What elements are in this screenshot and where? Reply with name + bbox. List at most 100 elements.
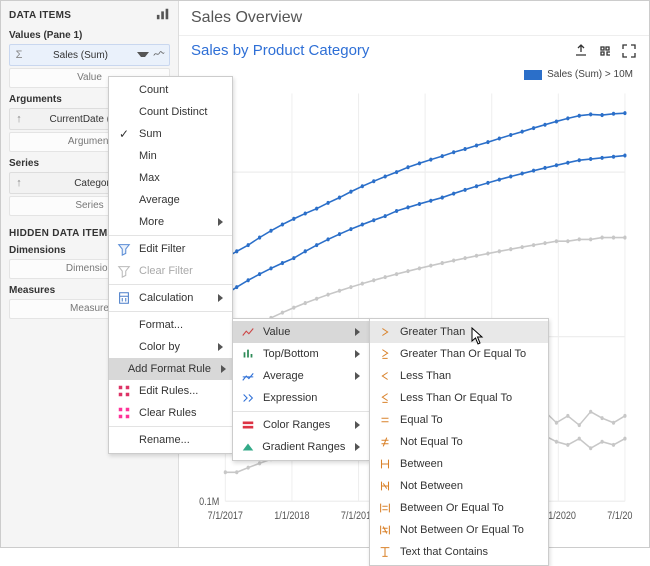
chart-title: Sales by Product Category bbox=[191, 42, 573, 59]
grid-off-icon bbox=[115, 405, 133, 421]
agg-menu-item-color-by[interactable]: Color by bbox=[109, 336, 232, 358]
lt-icon bbox=[376, 368, 394, 384]
agg-menu-item-add-format-rule[interactable]: Add Format Rule bbox=[109, 358, 232, 380]
menu-item-label: Between Or Equal To bbox=[400, 502, 542, 514]
export-icon[interactable] bbox=[573, 43, 589, 59]
chevron-right-icon bbox=[355, 443, 363, 451]
agg-menu-item-calculation[interactable]: Calculation bbox=[109, 287, 232, 309]
cond-menu-item-equal-to[interactable]: Equal To bbox=[370, 409, 548, 431]
menu-item-label: Not Between Or Equal To bbox=[400, 524, 542, 536]
hidden-data-header: HIDDEN DATA ITEMS bbox=[9, 228, 114, 239]
cond-menu-item-between-or-equal-to[interactable]: Between Or Equal To bbox=[370, 497, 548, 519]
svg-text:7/1/2020: 7/1/2020 bbox=[607, 510, 633, 522]
rule-menu-item-color-ranges[interactable]: Color Ranges bbox=[233, 414, 369, 436]
rule-menu-item-average[interactable]: Average bbox=[233, 365, 369, 387]
gt-icon bbox=[376, 324, 394, 340]
binding-options-icon[interactable] bbox=[156, 7, 170, 24]
menu-item-label: Equal To bbox=[400, 414, 542, 426]
agg-menu-item-format-[interactable]: Format... bbox=[109, 314, 232, 336]
chevron-right-icon bbox=[218, 218, 226, 226]
menu-item-label: Count bbox=[139, 84, 226, 96]
page-title: Sales Overview bbox=[179, 1, 649, 36]
aggregate-context-menu[interactable]: Count Count Distinct ✓ Sum Min Max Average More… bbox=[108, 76, 233, 454]
rule-menu-item-value[interactable]: Value bbox=[233, 321, 369, 343]
agg-menu-item-max[interactable]: Max bbox=[109, 167, 232, 189]
avg-icon bbox=[239, 368, 257, 384]
cond-menu-item-text-that-contains[interactable]: Text that Contains bbox=[370, 541, 548, 563]
maximize-icon[interactable] bbox=[621, 43, 637, 59]
menu-item-label: Average bbox=[263, 370, 345, 382]
agg-menu-item-average[interactable]: Average bbox=[109, 189, 232, 211]
menu-item-label: Average bbox=[139, 194, 226, 206]
neq-icon bbox=[376, 434, 394, 450]
cond-menu-item-less-than-or-equal-to[interactable]: Less Than Or Equal To bbox=[370, 387, 548, 409]
chevron-right-icon bbox=[218, 343, 226, 351]
agg-menu-item-edit-filter[interactable]: Edit Filter bbox=[109, 238, 232, 260]
chevron-right-icon bbox=[221, 365, 226, 373]
agg-menu-item-edit-rules-[interactable]: Edit Rules... bbox=[109, 380, 232, 402]
agg-menu-item-count-distinct[interactable]: Count Distinct bbox=[109, 101, 232, 123]
sort-asc-icon: ↑ bbox=[14, 113, 24, 125]
menu-item-label: Value bbox=[263, 326, 345, 338]
chevron-right-icon bbox=[355, 421, 363, 429]
agg-menu-item-min[interactable]: Min bbox=[109, 145, 232, 167]
nbtw-icon bbox=[376, 478, 394, 494]
menu-item-label: Between bbox=[400, 458, 542, 470]
cond-menu-item-not-between[interactable]: Not Between bbox=[370, 475, 548, 497]
values-section-label: Values (Pane 1) bbox=[9, 30, 170, 41]
menu-item-label: Top/Bottom bbox=[263, 348, 345, 360]
menu-item-label: Max bbox=[139, 172, 226, 184]
ranges-icon bbox=[239, 417, 257, 433]
cond-menu-item-greater-than[interactable]: Greater Than bbox=[370, 321, 548, 343]
value-icon bbox=[239, 324, 257, 340]
chevron-right-icon bbox=[355, 328, 363, 336]
check-icon: ✓ bbox=[115, 127, 133, 141]
grid-icon bbox=[115, 383, 133, 399]
cond-menu-item-between[interactable]: Between bbox=[370, 453, 548, 475]
sort-asc-icon: ↑ bbox=[14, 177, 24, 189]
cond-menu-item-less-than[interactable]: Less Than bbox=[370, 365, 548, 387]
menu-item-label: Less Than bbox=[400, 370, 542, 382]
menu-item-label: Count Distinct bbox=[139, 106, 226, 118]
menu-item-label: Sum bbox=[139, 128, 226, 140]
agg-menu-item-sum[interactable]: ✓ Sum bbox=[109, 123, 232, 145]
gradient-icon bbox=[239, 439, 256, 455]
menu-item-label: Edit Rules... bbox=[139, 385, 226, 397]
chevron-down-icon[interactable] bbox=[137, 49, 149, 61]
svg-text:1/1/2018: 1/1/2018 bbox=[274, 510, 310, 522]
menu-item-label: Edit Filter bbox=[139, 243, 226, 255]
filter-icon[interactable] bbox=[597, 43, 613, 59]
chevron-right-icon bbox=[218, 294, 226, 302]
format-rule-submenu[interactable]: Value Top/Bottom Average Expression Color Ra… bbox=[232, 318, 370, 461]
lte-icon bbox=[376, 390, 394, 406]
data-items-header: DATA ITEMS bbox=[9, 10, 71, 21]
value-condition-submenu[interactable]: Greater Than Greater Than Or Equal To Less… bbox=[369, 318, 549, 566]
filter-off-icon bbox=[115, 263, 133, 279]
cond-menu-item-greater-than-or-equal-to[interactable]: Greater Than Or Equal To bbox=[370, 343, 548, 365]
legend-swatch bbox=[524, 70, 542, 80]
menu-item-label: Color Ranges bbox=[263, 419, 345, 431]
cursor-icon bbox=[471, 327, 485, 345]
rule-menu-item-top-bottom[interactable]: Top/Bottom bbox=[233, 343, 369, 365]
agg-menu-item-clear-filter: Clear Filter bbox=[109, 260, 232, 282]
menu-item-label: Format... bbox=[139, 319, 226, 331]
agg-menu-item-rename-[interactable]: Rename... bbox=[109, 429, 232, 451]
agg-menu-item-count[interactable]: Count bbox=[109, 79, 232, 101]
cond-menu-item-not-between-or-equal-to[interactable]: Not Between Or Equal To bbox=[370, 519, 548, 541]
cond-menu-item-not-equal-to[interactable]: Not Equal To bbox=[370, 431, 548, 453]
agg-menu-item-more[interactable]: More bbox=[109, 211, 232, 233]
menu-item-label: Greater Than Or Equal To bbox=[400, 348, 542, 360]
rule-menu-item-expression[interactable]: Expression bbox=[233, 387, 369, 409]
btw-icon bbox=[376, 456, 394, 472]
menu-item-label: Less Than Or Equal To bbox=[400, 392, 542, 404]
expr-icon bbox=[239, 390, 257, 406]
btwe-icon bbox=[376, 500, 394, 516]
svg-text:0.1M: 0.1M bbox=[199, 496, 219, 508]
agg-menu-item-clear-rules[interactable]: Clear Rules bbox=[109, 402, 232, 424]
value-pill-sales[interactable]: Σ Sales (Sum) bbox=[9, 44, 170, 66]
text-icon bbox=[376, 544, 394, 560]
sparkline-icon[interactable] bbox=[153, 48, 165, 63]
chevron-right-icon bbox=[355, 372, 363, 380]
menu-item-label: Not Equal To bbox=[400, 436, 542, 448]
rule-menu-item-gradient-ranges[interactable]: Gradient Ranges bbox=[233, 436, 369, 458]
